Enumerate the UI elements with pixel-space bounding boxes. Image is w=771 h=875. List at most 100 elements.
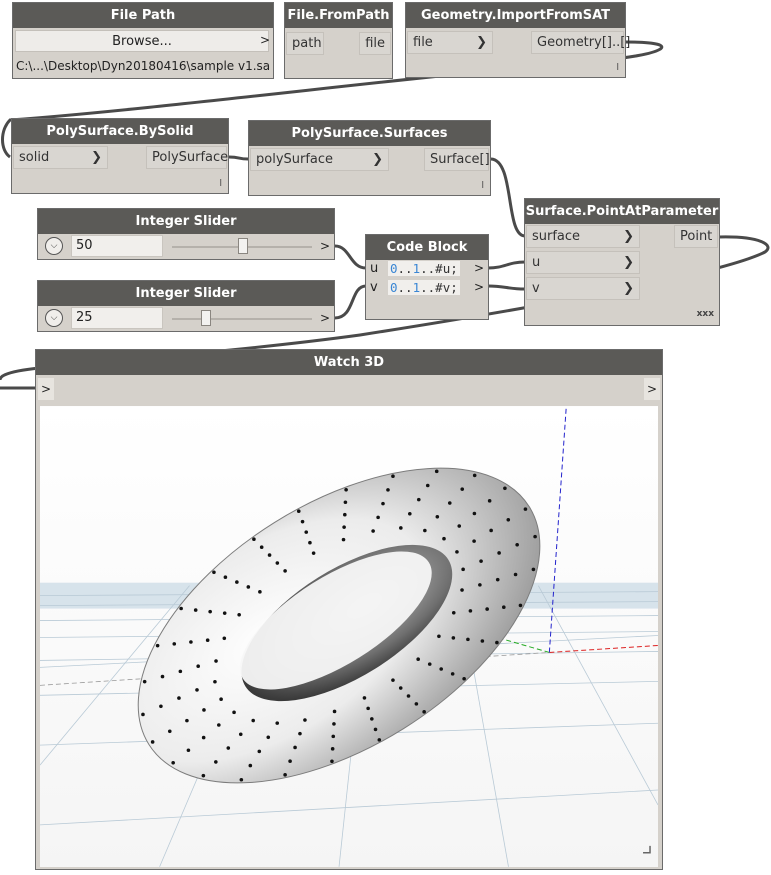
point-marker — [518, 603, 523, 608]
input-port-v[interactable]: v ❯ — [526, 277, 640, 300]
point-marker — [531, 567, 536, 572]
point-marker — [331, 734, 336, 739]
integer-slider-node-u[interactable]: Integer Slider ⌵ 50 > — [37, 208, 335, 260]
lacing-indicator[interactable]: l — [481, 181, 484, 191]
output-port-surface[interactable]: Surface[] — [424, 148, 490, 171]
output-port[interactable]: > — [644, 378, 660, 400]
dropdown-circle-icon[interactable]: ⌵ — [45, 309, 63, 327]
input-port-file[interactable]: file ❯ — [407, 31, 493, 54]
point-marker — [178, 669, 183, 674]
slider-value[interactable]: 50 — [71, 235, 163, 257]
lacing-indicator[interactable]: xxx — [697, 309, 714, 319]
code-text-u[interactable]: 0..1..#u; — [388, 261, 460, 276]
node-title[interactable]: Surface.PointAtParameter — [525, 199, 719, 224]
point-marker — [267, 553, 272, 557]
node-title[interactable]: File Path — [13, 3, 273, 28]
lacing-indicator[interactable]: l — [219, 179, 222, 189]
point-marker — [330, 759, 334, 764]
wire-code-u-to-pap — [487, 260, 526, 270]
point-marker — [223, 575, 228, 579]
point-marker — [377, 738, 382, 742]
point-marker — [435, 514, 440, 519]
point-marker — [391, 678, 395, 682]
file-path-node[interactable]: File Path Browse... > C:\...\Desktop\Dyn… — [12, 2, 274, 79]
input-port-polysurface[interactable]: polySurface ❯ — [250, 148, 389, 171]
output-port-u[interactable]: > — [474, 261, 484, 275]
code-line-v[interactable]: v 0..1..#v; > — [366, 280, 488, 298]
slider-track[interactable] — [172, 318, 312, 320]
integer-slider-node-v[interactable]: Integer Slider ⌵ 25 > — [37, 280, 335, 332]
node-title[interactable]: PolySurface.BySolid — [12, 119, 228, 144]
output-port[interactable]: > — [320, 311, 330, 325]
input-port-u[interactable]: u — [370, 261, 378, 276]
node-title[interactable]: PolySurface.Surfaces — [249, 121, 490, 146]
code-block-node[interactable]: Code Block u 0..1..#u; > v 0..1..#v; > — [365, 234, 489, 320]
point-marker — [460, 588, 464, 592]
node-title[interactable]: Code Block — [366, 235, 488, 260]
point-marker — [217, 723, 221, 727]
input-port-v[interactable]: v — [370, 280, 378, 295]
output-port-point[interactable]: Point — [674, 225, 718, 248]
point-marker — [523, 507, 528, 511]
surfaces-node[interactable]: PolySurface.Surfaces polySurface ❯ Surfa… — [248, 120, 491, 196]
point-marker — [189, 640, 193, 644]
point-marker — [304, 530, 309, 534]
point-marker — [399, 526, 403, 530]
point-marker — [461, 567, 465, 572]
point-marker — [373, 727, 378, 732]
node-title[interactable]: Integer Slider — [38, 281, 334, 306]
point-marker — [160, 674, 165, 679]
input-port-surface[interactable]: surface ❯ — [526, 225, 640, 248]
point-marker — [437, 634, 441, 639]
node-title[interactable]: Geometry.ImportFromSAT — [406, 3, 625, 28]
lacing-indicator[interactable]: l — [616, 63, 619, 73]
output-port-polysurface[interactable]: PolySurface — [146, 146, 228, 169]
input-port-solid[interactable]: solid ❯ — [13, 146, 108, 169]
file-from-path-node[interactable]: File.FromPath path file — [284, 2, 393, 79]
point-marker — [235, 580, 239, 584]
point-marker — [201, 735, 206, 740]
point-marker — [248, 763, 253, 768]
input-port[interactable]: > — [38, 378, 54, 400]
point-marker — [366, 706, 370, 711]
output-port-geometry[interactable]: Geometry[]..[] — [531, 31, 630, 54]
point-at-parameter-node[interactable]: Surface.PointAtParameter surface ❯ u ❯ v… — [524, 198, 720, 326]
point-marker — [298, 731, 302, 736]
input-port-u[interactable]: u ❯ — [526, 251, 640, 274]
output-port[interactable]: > — [260, 33, 270, 47]
point-marker — [513, 572, 518, 577]
node-title[interactable]: File.FromPath — [285, 3, 392, 28]
bysolid-node[interactable]: PolySurface.BySolid solid ❯ PolySurface … — [11, 118, 229, 194]
point-marker — [330, 747, 335, 751]
wire-surfaces-to-surface — [490, 157, 526, 238]
dropdown-circle-icon[interactable]: ⌵ — [45, 237, 63, 255]
slider-value[interactable]: 25 — [71, 307, 163, 329]
wire-bysolid-to-surfaces — [228, 155, 249, 161]
point-marker — [434, 469, 439, 474]
import-from-sat-node[interactable]: Geometry.ImportFromSAT file ❯ Geometry[]… — [405, 2, 630, 78]
node-title[interactable]: Watch 3D — [36, 350, 662, 375]
output-port-v[interactable]: > — [474, 280, 484, 294]
slider-thumb[interactable] — [201, 310, 211, 326]
input-port-path[interactable]: path — [286, 32, 324, 55]
chevron-right-icon: ❯ — [623, 255, 634, 270]
watch3d-node[interactable]: Watch 3D > > — [35, 349, 663, 870]
browse-button[interactable]: Browse... — [15, 30, 269, 52]
code-dots: .. — [397, 280, 413, 295]
output-port[interactable]: > — [320, 239, 330, 253]
port-label: surface — [532, 229, 581, 244]
code-text-v[interactable]: 0..1..#v; — [388, 280, 460, 295]
point-marker — [455, 550, 459, 554]
3d-viewport[interactable] — [40, 406, 658, 867]
point-marker — [201, 773, 206, 778]
point-marker — [202, 708, 206, 712]
point-marker — [478, 583, 482, 587]
output-port-file[interactable]: file — [359, 32, 391, 55]
point-marker — [460, 487, 465, 491]
node-title[interactable]: Integer Slider — [38, 209, 334, 234]
slider-thumb[interactable] — [238, 238, 248, 254]
point-marker — [495, 640, 499, 645]
code-line-u[interactable]: u 0..1..#u; > — [366, 261, 488, 279]
point-marker — [416, 497, 421, 502]
point-marker — [332, 709, 337, 714]
